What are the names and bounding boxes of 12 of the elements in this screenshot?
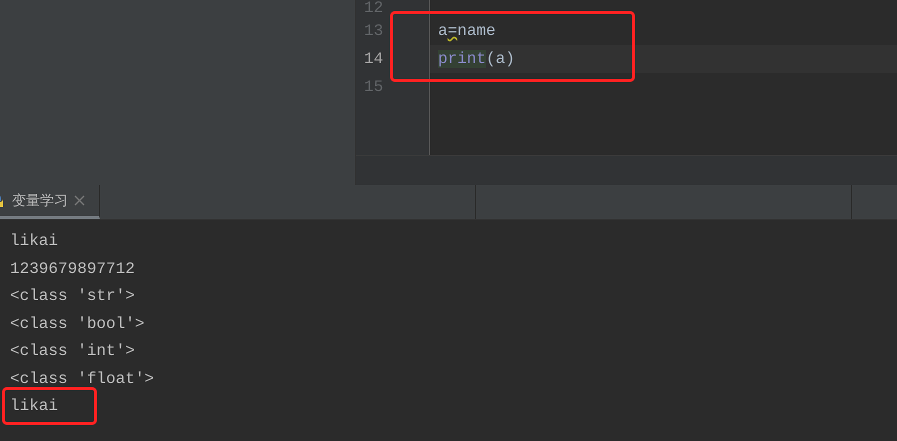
output-line: 1239679897712 bbox=[10, 258, 135, 280]
output-line: <class 'float'> bbox=[10, 368, 154, 390]
run-tab[interactable]: 变量学习 bbox=[0, 185, 100, 219]
output-line: likai bbox=[10, 231, 58, 252]
output-line: <class 'str'> bbox=[10, 286, 135, 307]
output-line: likai bbox=[10, 396, 58, 417]
close-icon[interactable] bbox=[74, 195, 85, 206]
tab-label: 变量学习 bbox=[12, 192, 68, 210]
output-line: <class 'int'> bbox=[10, 341, 135, 362]
code-line: a=name bbox=[437, 21, 497, 42]
line-number: 14 bbox=[363, 49, 384, 70]
output-line: <class 'bool'> bbox=[10, 314, 144, 334]
